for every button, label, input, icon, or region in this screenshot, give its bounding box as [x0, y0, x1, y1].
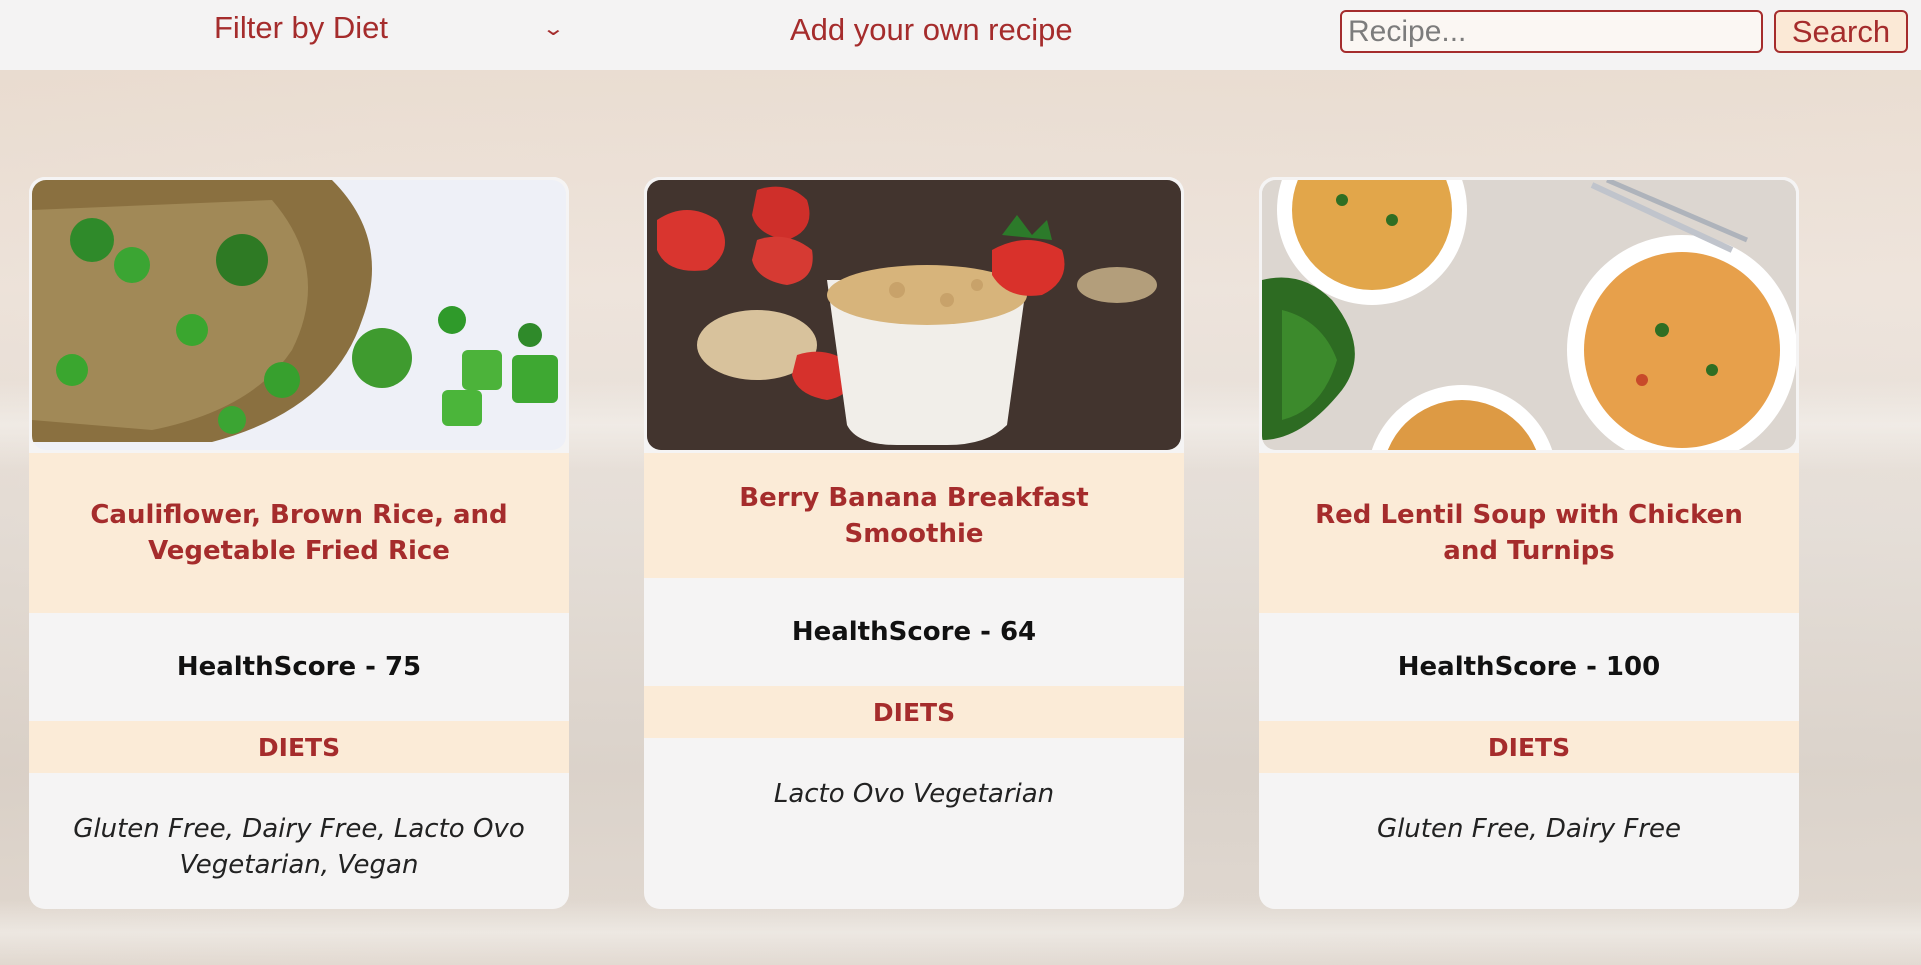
diets-list: Gluten Free, Dairy Free, Lacto Ovo Veget… [73, 814, 525, 880]
health-score: HealthScore - 100 [1397, 652, 1661, 682]
search-button[interactable]: Search [1774, 10, 1908, 53]
search-input[interactable] [1340, 10, 1763, 53]
health-score: HealthScore - 75 [176, 652, 422, 682]
diet-filter-select[interactable]: Filter by Diet ⌄ [214, 8, 566, 48]
diets-list: Gluten Free, Dairy Free [1376, 814, 1682, 844]
recipe-card[interactable]: Berry Banana Breakfast Smoothie HealthSc… [644, 177, 1184, 909]
recipe-photo [29, 177, 569, 453]
add-recipe-link[interactable]: Add your own recipe [790, 12, 1073, 48]
diets-list: Lacto Ovo Vegetarian [773, 779, 1055, 809]
diets-heading: DIETS [29, 721, 569, 773]
recipe-photo [1259, 177, 1799, 453]
health-score: HealthScore - 64 [791, 617, 1037, 647]
chevron-down-icon: ⌄ [541, 17, 566, 40]
recipe-title[interactable]: Cauliflower, Brown Rice, and Vegetable F… [29, 453, 569, 613]
background-stripe [0, 900, 1921, 965]
recipe-photo [644, 177, 1184, 453]
top-nav-bar: Filter by Diet ⌄ Add your own recipe Sea… [0, 0, 1921, 70]
recipe-card[interactable]: Cauliflower, Brown Rice, and Vegetable F… [29, 177, 569, 909]
recipe-card[interactable]: Red Lentil Soup with Chicken and Turnips… [1259, 177, 1799, 909]
recipe-title[interactable]: Red Lentil Soup with Chicken and Turnips [1259, 453, 1799, 613]
diets-heading: DIETS [1259, 721, 1799, 773]
recipe-title[interactable]: Berry Banana Breakfast Smoothie [644, 453, 1184, 578]
diet-filter-label: Filter by Diet [214, 10, 388, 45]
diets-heading: DIETS [644, 686, 1184, 738]
